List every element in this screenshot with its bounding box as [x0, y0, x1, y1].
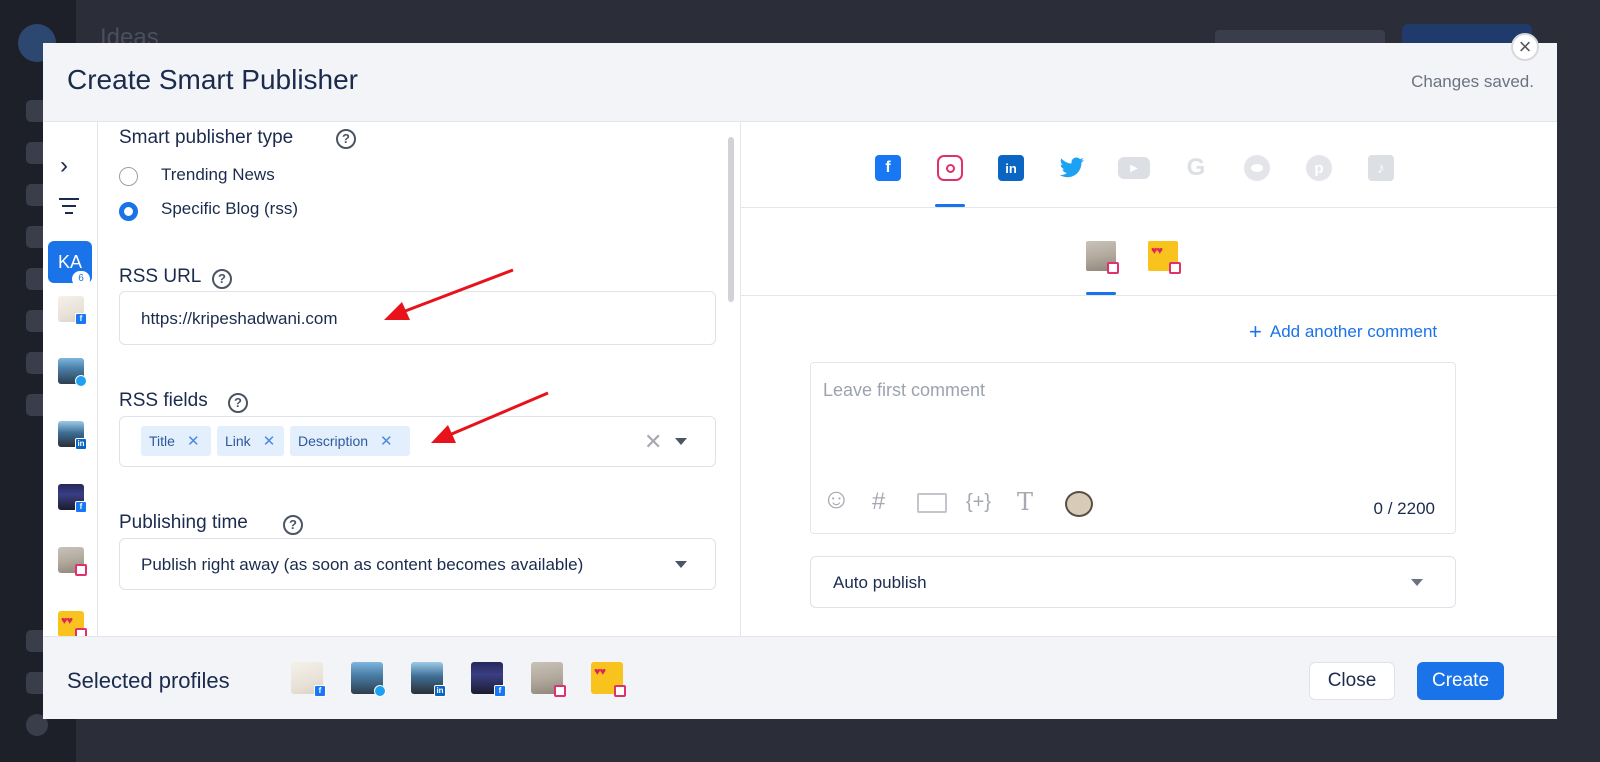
help-icon[interactable]: ?	[283, 515, 303, 535]
text-block-icon[interactable]	[917, 493, 947, 513]
remove-tag-icon[interactable]: ✕	[380, 432, 393, 450]
workspace-initials: KA	[57, 251, 82, 272]
radio-specific-blog-label: Specific Blog (rss)	[161, 199, 298, 218]
linkedin-icon: in	[75, 438, 87, 450]
expand-chevron-icon[interactable]: ›	[60, 152, 68, 180]
tab-tiktok-icon[interactable]: ♪	[1368, 155, 1394, 181]
tab-twitter-icon[interactable]	[1059, 155, 1085, 181]
selected-profile[interactable]: f	[291, 662, 326, 697]
text-format-icon[interactable]: T	[1017, 488, 1033, 516]
radio-specific-blog[interactable]	[119, 202, 138, 221]
rss-url-label: RSS URL	[119, 266, 202, 287]
facebook-icon: f	[314, 685, 326, 697]
selected-profile[interactable]	[351, 662, 386, 697]
instagram-icon	[614, 685, 626, 697]
hashtag-icon[interactable]: #	[872, 488, 885, 516]
publish-mode-value: Auto publish	[833, 573, 927, 592]
rss-fields-label: RSS fields	[119, 390, 208, 411]
plus-icon: +	[1249, 319, 1262, 344]
chevron-down-icon	[1411, 579, 1423, 586]
clear-all-icon[interactable]: ✕	[644, 429, 662, 455]
ai-assistant-icon[interactable]	[1065, 491, 1093, 517]
rss-fields-select[interactable]: Title ✕ Link ✕ Description ✕ ✕	[119, 416, 716, 467]
instagram-icon	[75, 564, 87, 576]
form-scrollbar[interactable]	[728, 137, 734, 302]
workspace-avatar[interactable]: KA 6	[48, 241, 92, 287]
rss-field-tag: Description ✕	[290, 426, 410, 456]
emoji-icon[interactable]: ☺	[822, 483, 851, 515]
rail-profile[interactable]: f	[58, 296, 87, 325]
linkedin-icon: in	[434, 685, 446, 697]
selected-profile[interactable]	[591, 662, 626, 697]
twitter-icon	[374, 685, 386, 697]
close-button[interactable]: Close	[1309, 662, 1395, 700]
tab-google-icon[interactable]: G	[1183, 154, 1209, 181]
selected-profile[interactable]	[531, 662, 566, 697]
add-comment-button[interactable]: + Add another comment	[1249, 319, 1437, 345]
facebook-icon: f	[75, 501, 87, 513]
help-icon[interactable]: ?	[228, 393, 248, 413]
tab-reddit-icon[interactable]	[1244, 155, 1270, 181]
help-icon[interactable]: ?	[336, 129, 356, 149]
create-button[interactable]: Create	[1417, 662, 1504, 700]
rss-field-tag: Link ✕	[217, 426, 284, 456]
tab-linkedin-icon[interactable]: in	[998, 155, 1024, 181]
modal-footer: Selected profiles f in f Close Create	[43, 636, 1557, 719]
instagram-icon	[1107, 262, 1119, 274]
active-tab-indicator	[935, 204, 965, 207]
preview-panel: f in ▶ G p ♪ +Add another comment Leave …	[741, 122, 1557, 636]
selected-profile[interactable]: in	[411, 662, 446, 697]
modal-header: Create Smart Publisher Changes saved.	[43, 43, 1557, 122]
close-icon[interactable]: ×	[1511, 33, 1539, 61]
active-account-indicator	[1086, 292, 1116, 295]
publishing-time-value: Publish right away (as soon as content b…	[141, 555, 584, 574]
modal-title: Create Smart Publisher	[67, 64, 359, 95]
help-icon[interactable]: ?	[212, 269, 232, 289]
publishing-time-select[interactable]: Publish right away (as soon as content b…	[119, 538, 716, 590]
facebook-icon: f	[75, 313, 87, 325]
rail-profile[interactable]	[58, 547, 87, 576]
create-smart-publisher-modal: Create Smart Publisher Changes saved. › …	[43, 43, 1557, 719]
save-status: Changes saved.	[1411, 72, 1534, 91]
character-counter: 0 / 2200	[1373, 499, 1435, 518]
comment-placeholder: Leave first comment	[823, 380, 986, 400]
rss-url-value: https://kripeshadwani.com	[141, 309, 338, 328]
publishing-time-label: Publishing time	[119, 512, 248, 533]
rail-profile[interactable]	[58, 358, 87, 387]
remove-tag-icon[interactable]: ✕	[263, 432, 276, 450]
radio-trending-news[interactable]	[119, 167, 138, 186]
variables-icon[interactable]: {+}	[966, 491, 991, 514]
profile-rail: › KA 6 f in f	[43, 122, 98, 640]
tab-youtube-icon[interactable]: ▶	[1118, 157, 1150, 179]
tab-pinterest-icon[interactable]: p	[1306, 155, 1332, 181]
account-tabs	[741, 209, 1557, 296]
publish-mode-select[interactable]: Auto publish	[810, 556, 1456, 608]
facebook-icon: f	[494, 685, 506, 697]
filter-icon[interactable]	[58, 198, 80, 219]
account-tab[interactable]	[1086, 241, 1119, 274]
rss-field-tag: Title ✕	[141, 426, 211, 456]
rail-profile[interactable]: in	[58, 421, 87, 450]
smart-publisher-form: Smart publisher type ? Trending News Spe…	[99, 122, 742, 636]
first-comment-textarea[interactable]: Leave first comment ☺ # {+} T 0 / 2200	[810, 362, 1456, 534]
chevron-down-icon	[675, 561, 687, 568]
selected-profile[interactable]: f	[471, 662, 506, 697]
tab-facebook-icon[interactable]: f	[875, 155, 901, 181]
selected-profiles-label: Selected profiles	[67, 668, 230, 693]
chevron-down-icon[interactable]	[675, 438, 687, 445]
publisher-type-label: Smart publisher type	[119, 127, 294, 148]
rail-profile[interactable]	[58, 611, 87, 640]
rss-url-input[interactable]: https://kripeshadwani.com	[119, 291, 716, 345]
instagram-icon	[554, 685, 566, 697]
platform-tabs: f in ▶ G p ♪	[741, 122, 1557, 208]
rail-profile[interactable]: f	[58, 484, 87, 513]
account-tab[interactable]	[1148, 241, 1181, 274]
profile-count-badge: 6	[72, 271, 90, 287]
remove-tag-icon[interactable]: ✕	[187, 432, 200, 450]
instagram-icon	[1169, 262, 1181, 274]
twitter-icon	[75, 375, 87, 387]
radio-trending-news-label: Trending News	[161, 165, 275, 184]
tab-instagram-icon[interactable]	[937, 155, 963, 181]
